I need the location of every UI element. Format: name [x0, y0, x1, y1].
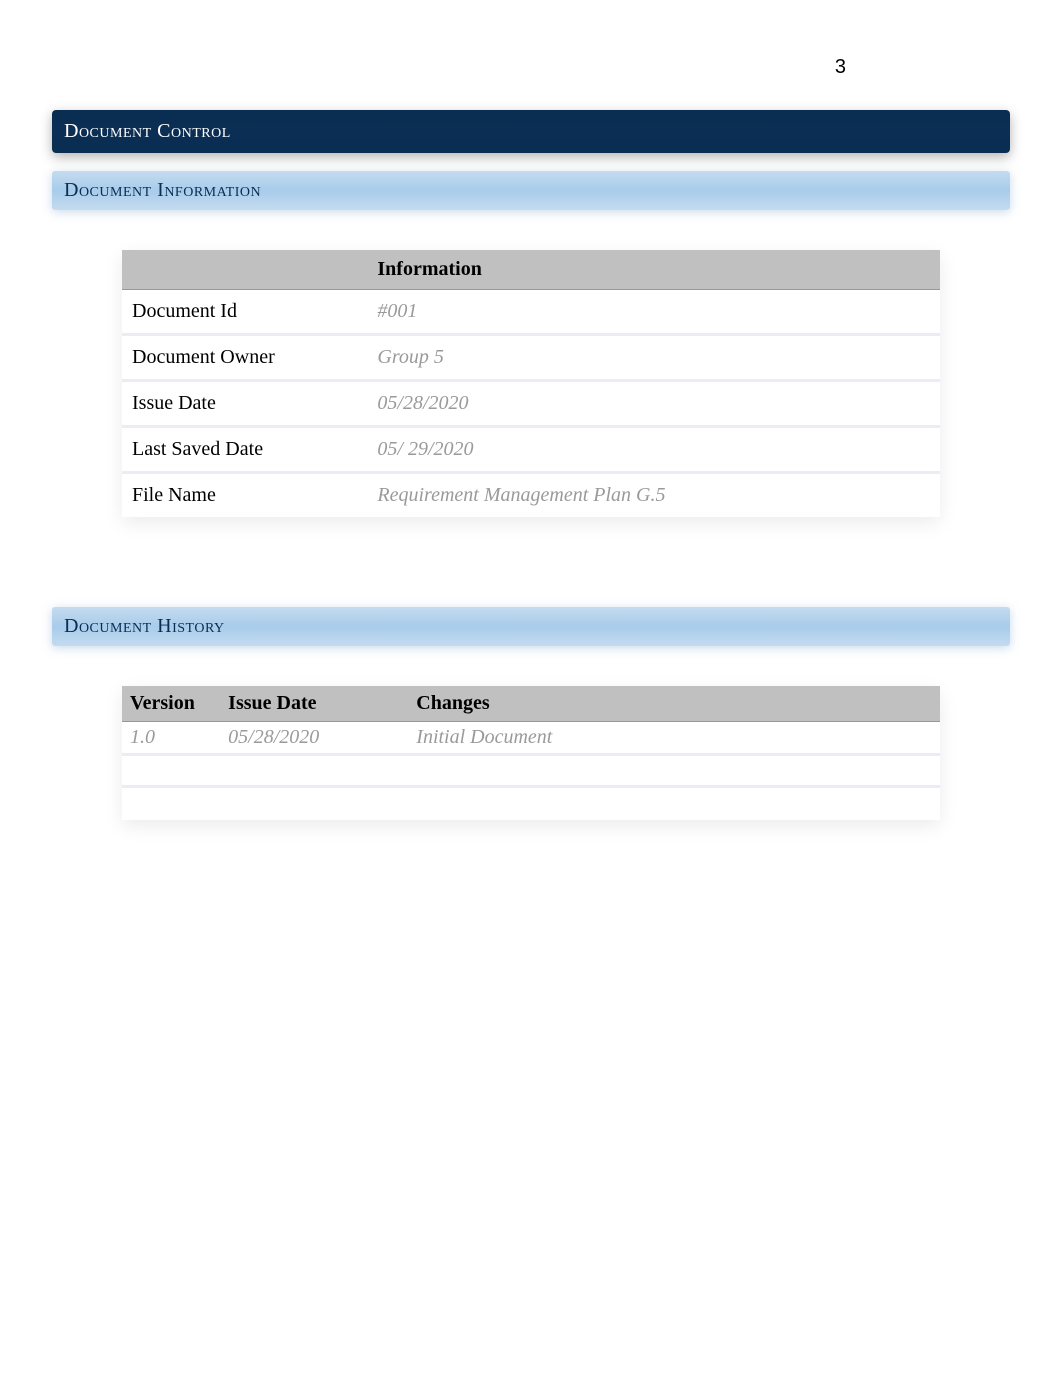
- history-header-version: Version: [122, 686, 220, 722]
- history-issue-date: [220, 788, 408, 820]
- history-changes: [408, 788, 940, 820]
- info-table-wrap: Information Document Id #001 Document Ow…: [52, 250, 1010, 517]
- table-row: File Name Requirement Management Plan G.…: [122, 474, 940, 517]
- info-value: 05/28/2020: [367, 382, 940, 428]
- heading-document-history: Document History: [52, 607, 1010, 646]
- info-label: Last Saved Date: [122, 428, 367, 474]
- document-history-table: Version Issue Date Changes 1.0 05/28/202…: [122, 686, 940, 820]
- table-header-row: Version Issue Date Changes: [122, 686, 940, 722]
- info-value: Group 5: [367, 336, 940, 382]
- info-value: #001: [367, 290, 940, 336]
- table-row: [122, 788, 940, 820]
- info-value: Requirement Management Plan G.5: [367, 474, 940, 517]
- history-version: 1.0: [122, 722, 220, 756]
- table-row: Document Owner Group 5: [122, 336, 940, 382]
- info-label: Document Owner: [122, 336, 367, 382]
- history-issue-date: 05/28/2020: [220, 722, 408, 756]
- document-information-table: Information Document Id #001 Document Ow…: [122, 250, 940, 517]
- history-table-wrap: Version Issue Date Changes 1.0 05/28/202…: [52, 686, 1010, 820]
- history-changes: Initial Document: [408, 722, 940, 756]
- table-row: Document Id #001: [122, 290, 940, 336]
- info-header-blank: [122, 250, 367, 290]
- info-value: 05/ 29/2020: [367, 428, 940, 474]
- info-label: Document Id: [122, 290, 367, 336]
- info-label: Issue Date: [122, 382, 367, 428]
- info-label: File Name: [122, 474, 367, 517]
- history-version: [122, 756, 220, 788]
- history-issue-date: [220, 756, 408, 788]
- history-header-issue-date: Issue Date: [220, 686, 408, 722]
- table-row: [122, 756, 940, 788]
- page-content: Document Control Document Information In…: [0, 0, 1062, 820]
- heading-document-control: Document Control: [52, 110, 1010, 153]
- table-row: 1.0 05/28/2020 Initial Document: [122, 722, 940, 756]
- page-number: 3: [835, 56, 846, 79]
- history-changes: [408, 756, 940, 788]
- heading-document-information: Document Information: [52, 171, 1010, 210]
- table-row: Last Saved Date 05/ 29/2020: [122, 428, 940, 474]
- history-header-changes: Changes: [408, 686, 940, 722]
- table-header-row: Information: [122, 250, 940, 290]
- table-row: Issue Date 05/28/2020: [122, 382, 940, 428]
- history-version: [122, 788, 220, 820]
- info-header-information: Information: [367, 250, 940, 290]
